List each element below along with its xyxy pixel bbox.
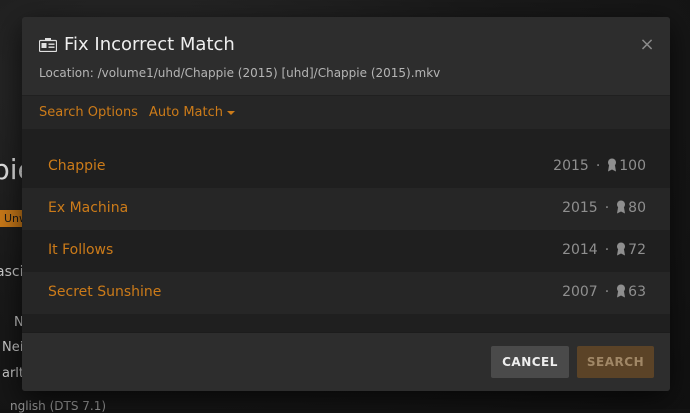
list-item[interactable]: It Follows 2014 · 72 xyxy=(22,230,670,272)
separator: · xyxy=(604,242,610,258)
dialog-header: Fix Incorrect Match Location: /volume1/u… xyxy=(22,17,670,95)
dialog-title: Fix Incorrect Match xyxy=(64,34,235,55)
result-score: 80 xyxy=(628,200,646,216)
list-item[interactable]: Secret Sunshine 2007 · 63 xyxy=(22,272,670,314)
result-title: Secret Sunshine xyxy=(48,284,162,300)
auto-match-label: Auto Match xyxy=(149,105,223,120)
award-icon xyxy=(617,200,626,214)
caret-down-icon xyxy=(226,110,235,115)
separator: · xyxy=(595,158,601,174)
separator: · xyxy=(604,200,610,216)
award-icon xyxy=(617,284,626,298)
background-text: arlt xyxy=(2,366,25,381)
dialog-toolbar: Search Options Auto Match xyxy=(22,95,670,130)
award-icon xyxy=(608,158,617,172)
list-item[interactable]: Chappie 2015 · 100 xyxy=(22,146,670,188)
result-title: It Follows xyxy=(48,242,114,258)
background-text: asci xyxy=(0,264,24,280)
search-button[interactable]: SEARCH xyxy=(577,346,654,378)
result-year: 2015 xyxy=(562,200,598,216)
background-audio-text: nglish (DTS 7.1) xyxy=(10,399,107,413)
list-item[interactable]: Ex Machina 2015 · 80 xyxy=(22,188,670,230)
match-results-list: Chappie 2015 · 100 Ex Machina 2015 · 80 It F… xyxy=(22,129,670,332)
result-meta: 2015 · 80 xyxy=(562,200,646,216)
result-meta: 2007 · 63 xyxy=(562,284,646,300)
id-card-icon xyxy=(39,38,57,52)
separator: · xyxy=(604,284,610,300)
file-location: Location: /volume1/uhd/Chappie (2015) [u… xyxy=(39,66,441,80)
fix-match-dialog: Fix Incorrect Match Location: /volume1/u… xyxy=(22,17,670,391)
auto-match-dropdown[interactable]: Auto Match xyxy=(149,105,235,120)
result-year: 2007 xyxy=(562,284,598,300)
result-title: Ex Machina xyxy=(48,200,129,216)
search-options-link[interactable]: Search Options xyxy=(39,105,138,120)
result-meta: 2015 · 100 xyxy=(553,158,646,174)
award-icon xyxy=(617,242,626,256)
result-meta: 2014 · 72 xyxy=(562,242,646,258)
result-title: Chappie xyxy=(48,158,106,174)
dialog-footer: CANCEL SEARCH xyxy=(22,332,670,391)
cancel-button[interactable]: CANCEL xyxy=(491,346,569,378)
close-icon[interactable]: × xyxy=(637,35,657,55)
result-score: 72 xyxy=(628,242,646,258)
result-score: 100 xyxy=(619,158,646,174)
result-year: 2014 xyxy=(562,242,598,258)
result-score: 63 xyxy=(628,284,646,300)
result-year: 2015 xyxy=(553,158,589,174)
